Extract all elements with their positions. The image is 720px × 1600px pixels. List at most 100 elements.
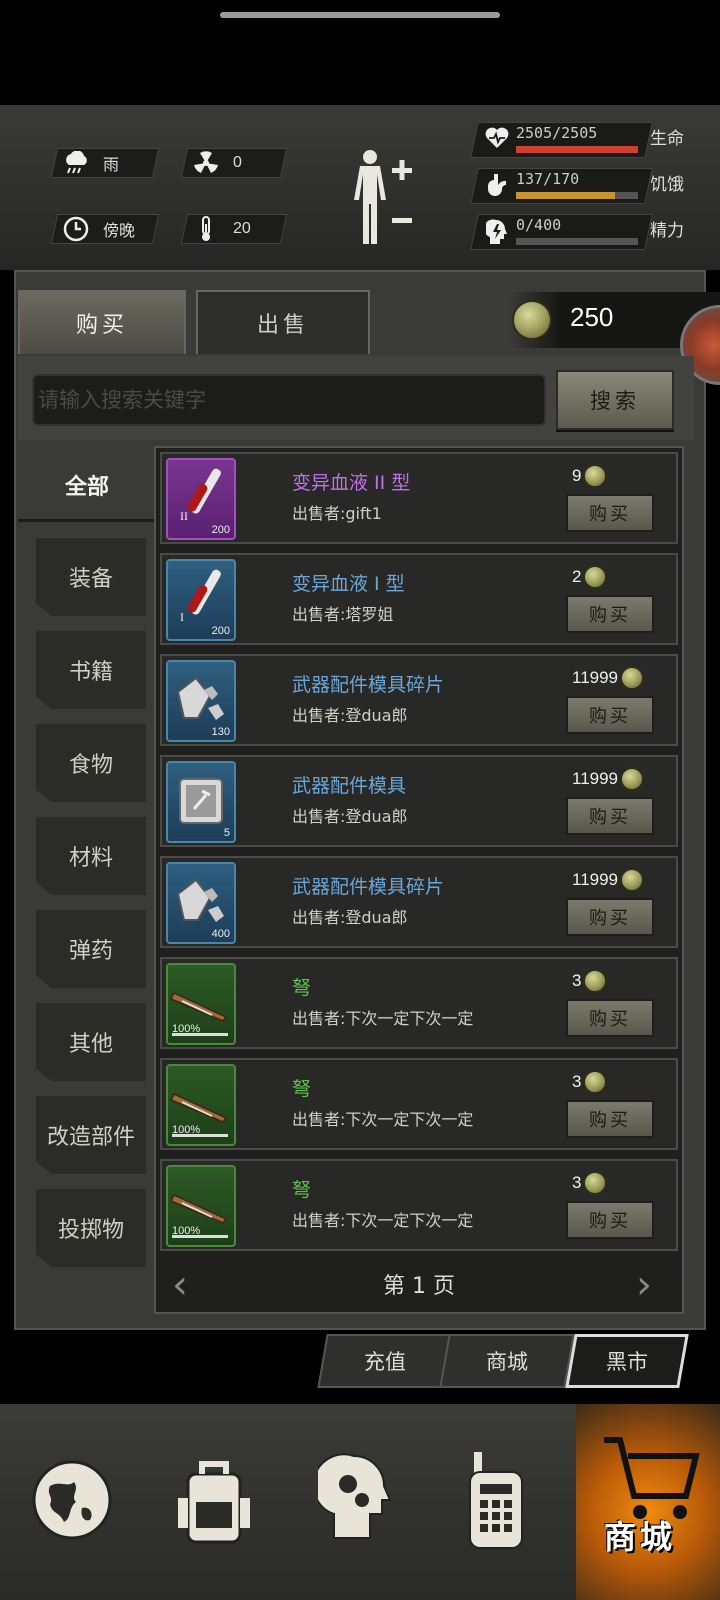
item-name: 弩 xyxy=(292,1179,312,1201)
crossbow-icon: 100% xyxy=(166,963,236,1045)
nav-map[interactable] xyxy=(12,1420,132,1580)
time-stat: 傍晚 xyxy=(50,214,160,244)
hunger-label: 饥饿 xyxy=(650,175,684,195)
category-mod-parts[interactable]: 改造部件 xyxy=(36,1096,146,1174)
category-books[interactable]: 书籍 xyxy=(36,631,146,709)
list-item: 130 武器配件模具碎片 出售者:登dua郎 11999 购买 xyxy=(160,654,678,746)
blood-vial-icon: I 200 xyxy=(166,559,236,641)
next-page-icon[interactable]: › xyxy=(636,1262,652,1308)
category-other[interactable]: 其他 xyxy=(36,1003,146,1081)
prev-page-icon[interactable]: ‹ xyxy=(172,1262,188,1308)
item-seller: 出售者:塔罗姐 xyxy=(292,605,394,624)
search-button[interactable]: 搜索 xyxy=(556,370,674,430)
backpack-icon xyxy=(178,1461,250,1544)
globe-icon xyxy=(32,1460,112,1540)
bottle-cap-coin-icon xyxy=(512,300,552,340)
item-name: 武器配件模具 xyxy=(292,775,407,797)
category-materials[interactable]: 材料 xyxy=(36,817,146,895)
nav-shop-label: 商城 xyxy=(604,1518,677,1556)
item-price: 11999 xyxy=(572,868,645,892)
thermometer-icon xyxy=(193,216,219,242)
list-item: 100% 弩 出售者:下次一定下次一定 3 购买 xyxy=(160,1058,678,1150)
list-item: I 200 变异血液 I 型 出售者:塔罗姐 2 购买 xyxy=(160,553,678,645)
bottle-cap-coin-icon xyxy=(620,868,645,892)
mold-icon: 5 xyxy=(166,761,236,843)
bottle-cap-coin-icon xyxy=(583,464,608,488)
list-item: 5 武器配件模具 出售者:登dua郎 11999 购买 xyxy=(160,755,678,847)
crossbow-icon: 100% xyxy=(166,1064,236,1146)
category-ammo[interactable]: 弹药 xyxy=(36,910,146,988)
weather-label: 雨 xyxy=(103,157,120,174)
hunger-value: 137/170 xyxy=(516,170,580,188)
buy-button[interactable]: 购买 xyxy=(566,494,654,532)
item-name: 武器配件模具碎片 xyxy=(292,674,445,696)
currency-amount: 250 xyxy=(570,302,614,332)
shopping-cart-icon xyxy=(604,1437,700,1519)
hunger-bar: 137/170 xyxy=(470,168,654,206)
heart-pulse-icon xyxy=(484,127,510,153)
tab-sell[interactable]: 出售 xyxy=(196,290,370,354)
item-price: 3 xyxy=(572,1070,608,1094)
health-bar: 2505/2505 xyxy=(470,122,654,160)
nav-radio[interactable] xyxy=(436,1420,556,1580)
radiation-icon xyxy=(193,150,219,176)
item-price: 2 xyxy=(572,565,608,589)
item-price: 11999 xyxy=(572,767,645,791)
buy-button[interactable]: 购买 xyxy=(566,1100,654,1138)
tab-mall[interactable]: 商城 xyxy=(439,1334,575,1388)
item-name: 弩 xyxy=(292,1078,312,1100)
head-gears-icon xyxy=(318,1453,392,1539)
list-item: 100% 弩 出售者:下次一定下次一定 3 购买 xyxy=(160,1159,678,1251)
item-name: 变异血液 II 型 xyxy=(292,472,411,494)
list-item: 400 武器配件模具碎片 出售者:登dua郎 11999 购买 xyxy=(160,856,678,948)
blood-vial-icon: II 200 xyxy=(166,458,236,540)
tab-recharge[interactable]: 充值 xyxy=(317,1334,453,1388)
energy-value: 0/400 xyxy=(516,216,562,234)
item-seller: 出售者:gift1 xyxy=(292,504,382,523)
list-item: II 200 变异血液 II 型 出售者:gift1 9 购买 xyxy=(160,452,678,544)
nav-shop[interactable] xyxy=(576,1404,720,1600)
crossbow-icon: 100% xyxy=(166,1165,236,1247)
buy-button[interactable]: 购买 xyxy=(566,999,654,1037)
item-seller: 出售者:登dua郎 xyxy=(292,706,408,725)
item-seller: 出售者:登dua郎 xyxy=(292,908,408,927)
item-seller: 出售者:登dua郎 xyxy=(292,807,408,826)
buy-button[interactable]: 购买 xyxy=(566,797,654,835)
pagination: 第 1 页 xyxy=(160,1256,678,1312)
category-equipment[interactable]: 装备 xyxy=(36,538,146,616)
category-throwables[interactable]: 投掷物 xyxy=(36,1189,146,1267)
bottle-cap-coin-icon xyxy=(583,1070,608,1094)
mold-fragment-icon: 130 xyxy=(166,660,236,742)
bottle-cap-coin-icon xyxy=(583,1171,608,1195)
health-value: 2505/2505 xyxy=(516,124,598,142)
buy-button[interactable]: 购买 xyxy=(566,696,654,734)
clock-icon xyxy=(63,216,89,242)
item-seller: 出售者:下次一定下次一定 xyxy=(292,1211,474,1230)
category-all[interactable]: 全部 xyxy=(18,446,156,524)
list-item: 100% 弩 出售者:下次一定下次一定 3 购买 xyxy=(160,957,678,1049)
tab-black-market[interactable]: 黑市 xyxy=(565,1334,689,1388)
buy-button[interactable]: 购买 xyxy=(566,1201,654,1239)
home-indicator xyxy=(220,12,500,18)
energy-bar: 0/400 xyxy=(470,214,654,252)
item-price: 3 xyxy=(572,969,608,993)
human-body-icon xyxy=(354,150,412,244)
energy-label: 精力 xyxy=(650,221,684,241)
search-input[interactable]: 请输入搜索关键字 xyxy=(32,374,546,426)
body-status-button[interactable] xyxy=(348,148,418,248)
nav-skills[interactable] xyxy=(296,1420,416,1580)
item-name: 弩 xyxy=(292,977,312,999)
nav-backpack[interactable] xyxy=(154,1420,274,1580)
tab-buy[interactable]: 购买 xyxy=(18,290,186,354)
category-food[interactable]: 食物 xyxy=(36,724,146,802)
weather-stat: 雨 xyxy=(50,148,160,178)
item-seller: 出售者:下次一定下次一定 xyxy=(292,1110,474,1129)
item-price: 3 xyxy=(572,1171,608,1195)
bottle-cap-coin-icon xyxy=(620,666,645,690)
temperature-value: 20 xyxy=(233,220,251,237)
buy-button[interactable]: 购买 xyxy=(566,898,654,936)
item-name: 武器配件模具碎片 xyxy=(292,876,445,898)
buy-button[interactable]: 购买 xyxy=(566,595,654,633)
rain-cloud-icon xyxy=(63,150,89,176)
walkie-talkie-icon xyxy=(469,1452,523,1549)
